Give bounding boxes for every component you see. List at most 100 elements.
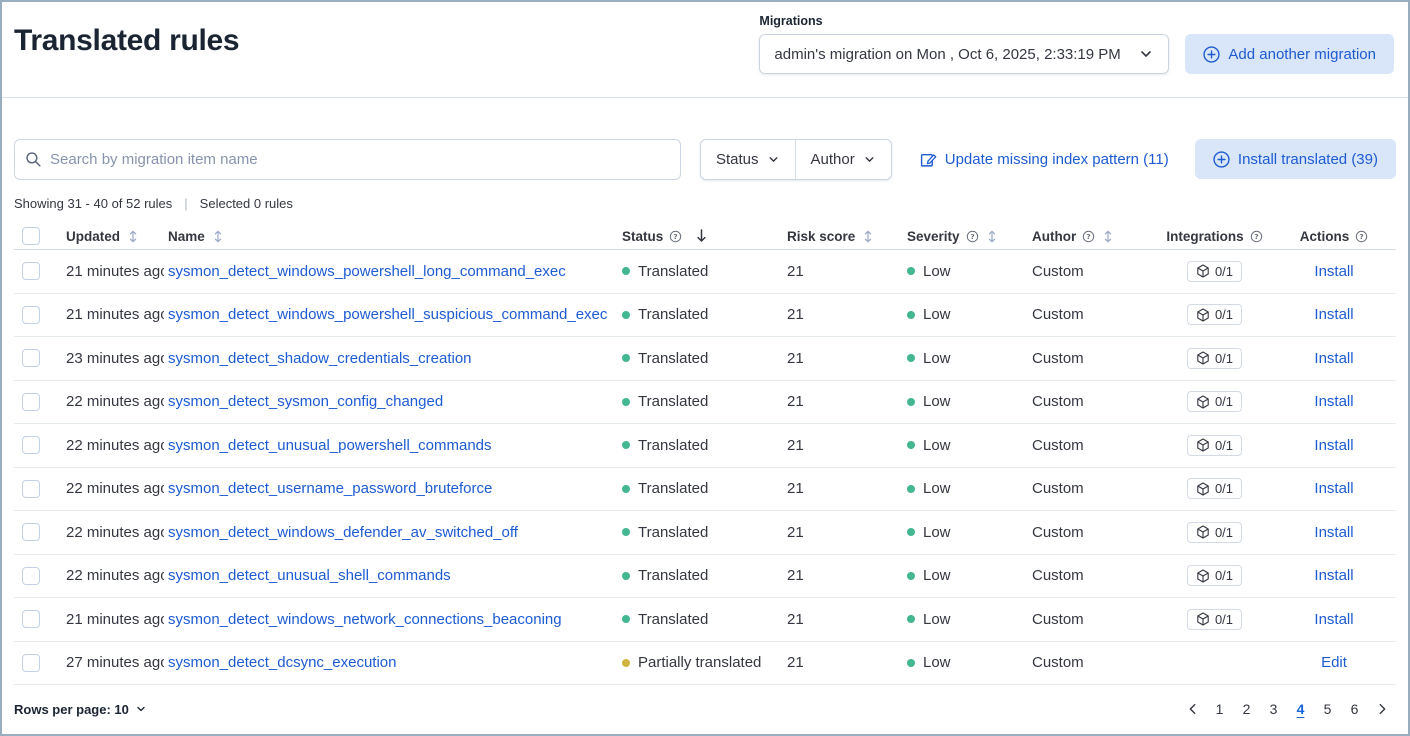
severity-cell: Low	[902, 480, 1027, 497]
row-action-link[interactable]: Install	[1314, 263, 1353, 280]
rule-name-link[interactable]: sysmon_detect_windows_defender_av_switch…	[168, 524, 518, 541]
integrations-badge[interactable]: 0/1	[1187, 348, 1242, 369]
add-migration-label: Add another migration	[1228, 46, 1376, 63]
rule-name-link[interactable]: sysmon_detect_unusual_shell_commands	[168, 567, 451, 584]
risk-score-cell: 21	[782, 393, 902, 410]
author-cell: Custom	[1027, 567, 1157, 584]
row-checkbox[interactable]	[22, 349, 40, 367]
sort-icon	[861, 229, 875, 244]
page-button-2[interactable]: 2	[1234, 696, 1259, 722]
page-button-1[interactable]: 1	[1207, 696, 1232, 722]
row-action-link[interactable]: Install	[1314, 437, 1353, 454]
previous-page-button[interactable]	[1180, 696, 1205, 722]
integrations-badge[interactable]: 0/1	[1187, 435, 1242, 456]
row-checkbox[interactable]	[22, 480, 40, 498]
actions-cell: Install	[1272, 524, 1396, 541]
column-header-risk-score[interactable]: Risk score	[782, 229, 902, 244]
integrations-badge[interactable]: 0/1	[1187, 478, 1242, 499]
page-button-5[interactable]: 5	[1315, 696, 1340, 722]
actions-cell: Install	[1272, 263, 1396, 280]
page-title: Translated rules	[14, 24, 239, 97]
row-action-link[interactable]: Install	[1314, 611, 1353, 628]
severity-dot	[907, 354, 915, 362]
row-action-link[interactable]: Install	[1314, 480, 1353, 497]
row-checkbox[interactable]	[22, 523, 40, 541]
column-header-updated[interactable]: Updated	[62, 229, 164, 244]
author-filter-button[interactable]: Author	[795, 140, 891, 179]
pagination: 123456	[1180, 696, 1394, 722]
row-checkbox[interactable]	[22, 436, 40, 454]
row-checkbox[interactable]	[22, 306, 40, 324]
column-header-author[interactable]: Author ?	[1027, 229, 1157, 244]
row-checkbox[interactable]	[22, 610, 40, 628]
updated-cell: 22 minutes ago	[62, 524, 164, 541]
migration-select-value: admin's migration on Mon , Oct 6, 2025, …	[774, 46, 1120, 63]
column-header-actions: Actions ?	[1272, 229, 1396, 244]
rule-name-link[interactable]: sysmon_detect_windows_powershell_long_co…	[168, 263, 566, 280]
severity-dot	[907, 615, 915, 623]
name-cell: sysmon_detect_shadow_credentials_creatio…	[164, 350, 617, 367]
row-checkbox[interactable]	[22, 654, 40, 672]
rows-per-page-button[interactable]: Rows per page: 10	[14, 702, 147, 717]
integrations-cell: 0/1	[1157, 522, 1272, 543]
rule-name-link[interactable]: sysmon_detect_windows_network_connection…	[168, 611, 562, 628]
integrations-badge[interactable]: 0/1	[1187, 261, 1242, 282]
row-checkbox[interactable]	[22, 567, 40, 585]
risk-score-cell: 21	[782, 524, 902, 541]
row-action-link[interactable]: Install	[1314, 350, 1353, 367]
next-page-button[interactable]	[1369, 696, 1394, 722]
row-action-link[interactable]: Edit	[1321, 654, 1347, 671]
name-cell: sysmon_detect_dcsync_execution	[164, 654, 617, 671]
rule-name-link[interactable]: sysmon_detect_username_password_brutefor…	[168, 480, 492, 497]
package-icon	[1196, 308, 1210, 322]
rule-name-link[interactable]: sysmon_detect_unusual_powershell_command…	[168, 437, 492, 454]
column-header-status[interactable]: Status ?	[617, 228, 782, 244]
updated-cell: 22 minutes ago	[62, 480, 164, 497]
rule-name-link[interactable]: sysmon_detect_sysmon_config_changed	[168, 393, 443, 410]
name-cell: sysmon_detect_windows_network_connection…	[164, 611, 617, 628]
integrations-badge[interactable]: 0/1	[1187, 304, 1242, 325]
sort-icon	[1101, 229, 1115, 244]
table-row: 21 minutes ago sysmon_detect_windows_net…	[14, 598, 1396, 642]
package-icon	[1196, 264, 1210, 278]
column-header-severity[interactable]: Severity ?	[902, 229, 1027, 244]
search-input[interactable]	[50, 151, 670, 168]
row-action-link[interactable]: Install	[1314, 524, 1353, 541]
row-action-link[interactable]: Install	[1314, 393, 1353, 410]
severity-cell: Low	[902, 567, 1027, 584]
rule-name-link[interactable]: sysmon_detect_shadow_credentials_creatio…	[168, 350, 472, 367]
column-header-name[interactable]: Name	[164, 229, 617, 244]
severity-dot	[907, 267, 915, 275]
update-index-pattern-button[interactable]: Update missing index pattern (11)	[920, 151, 1169, 168]
question-circle-icon: ?	[1250, 230, 1263, 243]
risk-score-cell: 21	[782, 654, 902, 671]
svg-text:?: ?	[1087, 232, 1091, 241]
page-button-6[interactable]: 6	[1342, 696, 1367, 722]
rule-name-link[interactable]: sysmon_detect_windows_powershell_suspici…	[168, 306, 607, 323]
install-translated-button[interactable]: Install translated (39)	[1195, 139, 1396, 179]
integrations-badge[interactable]: 0/1	[1187, 609, 1242, 630]
toolbar: Status Author Update missing index patte…	[14, 138, 1396, 180]
migration-select[interactable]: admin's migration on Mon , Oct 6, 2025, …	[759, 34, 1169, 74]
sort-icon	[126, 229, 140, 244]
row-checkbox[interactable]	[22, 262, 40, 280]
integrations-badge[interactable]: 0/1	[1187, 565, 1242, 586]
svg-text:?: ?	[1360, 232, 1364, 241]
status-cell: Translated	[617, 611, 782, 628]
page-button-3[interactable]: 3	[1261, 696, 1286, 722]
page-button-4[interactable]: 4	[1288, 696, 1313, 722]
status-dot	[622, 398, 630, 406]
package-icon	[1196, 395, 1210, 409]
row-action-link[interactable]: Install	[1314, 306, 1353, 323]
integrations-badge[interactable]: 0/1	[1187, 391, 1242, 412]
row-action-link[interactable]: Install	[1314, 567, 1353, 584]
status-filter-button[interactable]: Status	[701, 140, 795, 179]
table-row: 22 minutes ago sysmon_detect_sysmon_conf…	[14, 381, 1396, 425]
integrations-badge[interactable]: 0/1	[1187, 522, 1242, 543]
add-migration-button[interactable]: Add another migration	[1185, 34, 1394, 74]
rule-name-link[interactable]: sysmon_detect_dcsync_execution	[168, 654, 396, 671]
question-circle-icon: ?	[669, 230, 682, 243]
select-all-checkbox[interactable]	[22, 227, 40, 245]
name-cell: sysmon_detect_windows_powershell_long_co…	[164, 263, 617, 280]
row-checkbox[interactable]	[22, 393, 40, 411]
